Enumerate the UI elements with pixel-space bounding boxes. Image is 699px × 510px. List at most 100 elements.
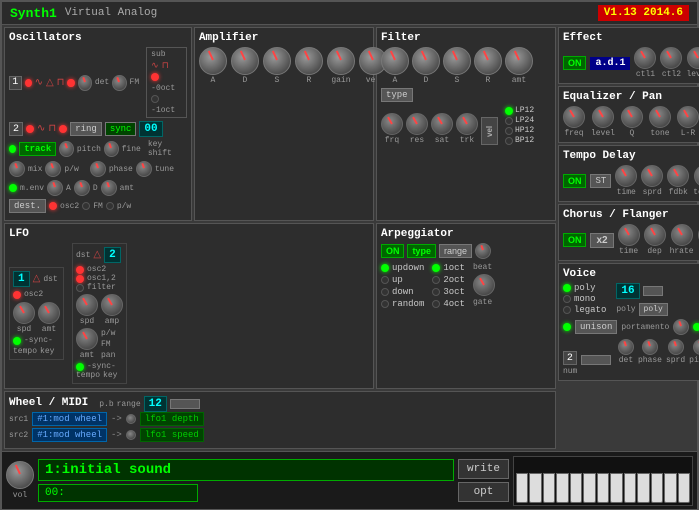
voice-slider[interactable]	[581, 355, 611, 365]
lp12-led	[505, 107, 513, 115]
chorus-hrate-knob[interactable]	[671, 224, 693, 246]
filt-sat-knob[interactable]	[431, 113, 453, 135]
key-white-11	[651, 473, 663, 503]
env-amt-knob[interactable]	[101, 180, 117, 196]
lfo2-amt-knob[interactable]	[76, 328, 98, 350]
filt-r-knob[interactable]	[474, 47, 502, 75]
effect-panel: Effect ON a.d.1 ctl1 ctl2 level	[558, 27, 699, 84]
osc1-fm-knob[interactable]	[112, 75, 126, 91]
arp-beat-knob[interactable]	[475, 243, 491, 259]
write-button[interactable]: write	[458, 459, 509, 479]
track-button[interactable]: track	[19, 142, 56, 156]
src2-knob[interactable]	[126, 430, 136, 440]
ctl2-label: ctl2	[662, 70, 681, 79]
poly-label: poly	[574, 283, 596, 293]
mix-knob[interactable]	[9, 161, 25, 177]
filt-frq-group: frq	[381, 113, 403, 145]
voice-pitch-knob[interactable]	[693, 339, 699, 355]
filt-amt-knob[interactable]	[505, 47, 533, 75]
pb-slider[interactable]	[170, 399, 200, 409]
ring-button[interactable]: ring	[70, 122, 102, 136]
chorus-x2-button[interactable]: x2	[590, 233, 613, 248]
opt-button[interactable]: opt	[458, 482, 509, 502]
tempo-time-knob[interactable]	[615, 165, 637, 187]
filt-res-knob[interactable]	[406, 113, 428, 135]
pitch-knob[interactable]	[59, 141, 74, 157]
eq-level-knob[interactable]	[592, 106, 614, 128]
osc2-wave1[interactable]: ∿	[37, 123, 45, 135]
arp-type-button[interactable]: type	[407, 244, 436, 258]
effect-level-knob[interactable]	[687, 47, 699, 69]
env-a-knob[interactable]	[47, 180, 63, 196]
arp-range-button[interactable]: range	[439, 244, 472, 258]
wave-sine-icon[interactable]: ∿	[35, 77, 43, 89]
pw-knob[interactable]	[45, 161, 61, 177]
amp-a-knob[interactable]	[199, 47, 227, 75]
sync-button[interactable]: sync	[105, 122, 137, 136]
tempo-sprd-knob[interactable]	[641, 165, 663, 187]
lfo2-amt-row: amt p/w FM pan	[76, 328, 123, 360]
amp-s-knob[interactable]	[263, 47, 291, 75]
lfo1-wave[interactable]: △	[33, 273, 41, 285]
eq-q-knob[interactable]	[621, 106, 643, 128]
arp-random-label: random	[392, 299, 424, 309]
filt-d-knob[interactable]	[412, 47, 440, 75]
wave-tri-icon[interactable]: △	[46, 77, 54, 89]
filt-a-knob[interactable]	[381, 47, 409, 75]
eq-freq-knob[interactable]	[563, 106, 585, 128]
arp-2oct: 2oct	[432, 275, 465, 285]
osc2-wave2[interactable]: ⊓	[48, 123, 56, 135]
wave-sq-icon[interactable]: ⊓	[57, 77, 65, 89]
unison-button[interactable]: unison	[575, 320, 617, 334]
filt-frq-knob[interactable]	[381, 113, 403, 135]
arp-on-button[interactable]: ON	[381, 244, 405, 258]
src1-mod-wheel[interactable]: #1:mod wheel	[32, 412, 107, 426]
vol-knob[interactable]	[6, 461, 34, 489]
voice-poly-dropdown[interactable]: poly	[639, 303, 668, 316]
voice-det-knob[interactable]	[618, 339, 634, 355]
tempo-fdbk-knob[interactable]	[667, 165, 689, 187]
amp-r-knob[interactable]	[295, 47, 323, 75]
phase-knob[interactable]	[90, 161, 106, 177]
voice-poly-dropdown-label: poly	[616, 305, 635, 314]
effect-on-button[interactable]: ON	[563, 56, 587, 70]
sub-wave2[interactable]: ⊓	[162, 61, 169, 71]
lfo2-spd-knob[interactable]	[76, 294, 98, 316]
voice-num-slider[interactable]	[643, 286, 663, 296]
eq-title: Equalizer / Pan	[563, 91, 699, 103]
dest-led2	[82, 202, 90, 210]
env-d-knob[interactable]	[74, 180, 90, 196]
filt-trk-knob[interactable]	[456, 113, 478, 135]
portamento-knob[interactable]	[673, 319, 689, 335]
chorus-on-button[interactable]: ON	[563, 233, 587, 247]
dest-button[interactable]: dest.	[9, 199, 46, 213]
amp-gain-knob[interactable]	[327, 47, 355, 75]
src2-mod-wheel[interactable]: #1:mod wheel	[32, 428, 107, 442]
arp-gate-knob[interactable]	[473, 274, 495, 296]
src1-knob[interactable]	[126, 414, 136, 424]
filt-s-knob[interactable]	[443, 47, 471, 75]
amp-d-knob[interactable]	[231, 47, 259, 75]
effect-ctl1-knob[interactable]	[634, 47, 656, 69]
tempo-toned-knob[interactable]	[694, 165, 699, 187]
lfo2-amp-knob[interactable]	[101, 294, 123, 316]
tempo-on-button[interactable]: ON	[563, 174, 587, 188]
tune-knob[interactable]	[136, 161, 152, 177]
fine-knob[interactable]	[104, 141, 119, 157]
lfo1-spd-knob[interactable]	[13, 302, 35, 324]
voice-phase-knob[interactable]	[642, 339, 658, 355]
chorus-dep-knob[interactable]	[644, 224, 666, 246]
osc1-det-knob[interactable]	[78, 75, 92, 91]
lfo1-amt-knob[interactable]	[38, 302, 60, 324]
filter-type-button[interactable]: type	[381, 88, 413, 102]
lfo2-wave[interactable]: △	[93, 249, 101, 261]
vel-button[interactable]: vel	[481, 117, 498, 145]
effect-ctl2-knob[interactable]	[660, 47, 682, 69]
arp-up-led	[381, 276, 389, 284]
eq-tone-knob[interactable]	[649, 106, 671, 128]
sub-wave1[interactable]: ∿	[151, 61, 159, 71]
chorus-time-knob[interactable]	[618, 224, 640, 246]
voice-sprd-knob[interactable]	[668, 339, 684, 355]
eq-lr-knob[interactable]	[677, 106, 699, 128]
tempo-st-button[interactable]: ST	[590, 174, 611, 188]
